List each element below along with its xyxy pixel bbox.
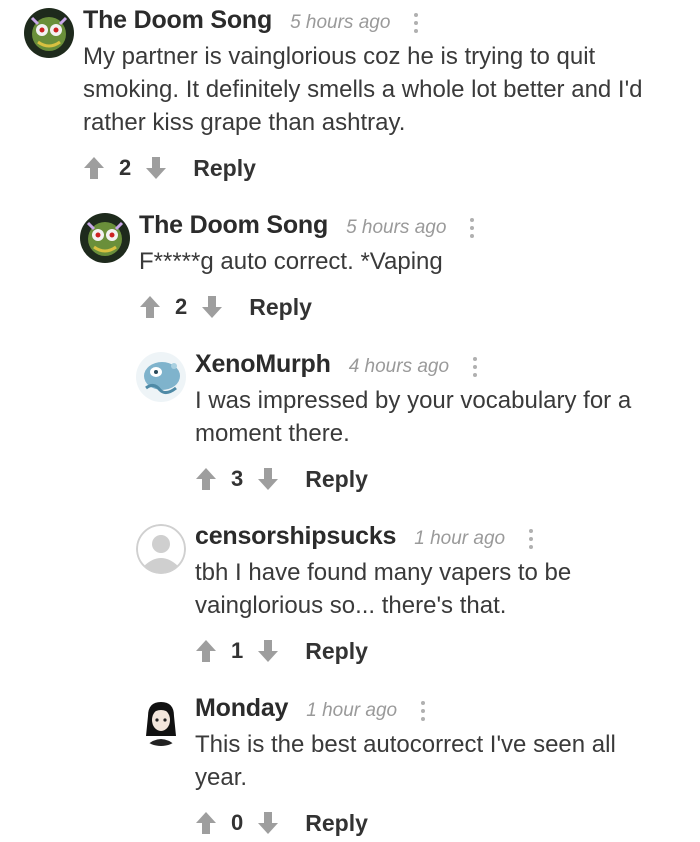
timestamp: 4 hours ago [348,356,450,377]
comment-text: My partner is vainglorious coz he is try… [83,43,643,136]
more-options-icon[interactable] [470,218,475,238]
default-avatar-icon [136,524,186,574]
comment-text: I was impressed by your vocabulary for a… [195,387,632,447]
more-options-icon[interactable] [421,701,426,721]
upvote-icon[interactable] [195,811,217,835]
author-name[interactable]: censorshipsucks [195,522,396,551]
timestamp: 5 hours ago [346,217,447,238]
more-options-icon[interactable] [414,13,419,33]
author-name[interactable]: The Doom Song [139,211,328,240]
avatar[interactable] [80,213,130,263]
downvote-icon[interactable] [145,156,167,180]
reply-button[interactable]: Reply [305,638,368,665]
doom-avatar-icon [80,213,130,263]
more-options-icon[interactable] [473,357,478,377]
vote-count: 1 [231,638,244,663]
comment-text: This is the best autocorrect I've seen a… [195,731,616,791]
comment-text: F*****g auto correct. *Vaping [139,248,443,275]
downvote-icon[interactable] [201,295,223,319]
avatar[interactable] [136,524,186,574]
timestamp: 1 hour ago [306,700,398,721]
reply-button[interactable]: Reply [305,466,368,493]
upvote-icon[interactable] [195,467,217,491]
reply-button[interactable]: Reply [305,810,368,837]
comment-text: tbh I have found many vapers to be vaing… [195,559,572,619]
upvote-icon[interactable] [195,639,217,663]
timestamp: 5 hours ago [290,12,391,33]
doom-avatar-icon [24,8,74,58]
downvote-icon[interactable] [257,811,279,835]
monday-avatar-icon [136,696,186,746]
upvote-icon[interactable] [139,295,161,319]
avatar[interactable] [136,696,186,746]
author-name[interactable]: Monday [195,694,288,723]
avatar[interactable] [24,8,74,58]
timestamp: 1 hour ago [414,528,506,549]
more-options-icon[interactable] [529,529,534,549]
vote-count: 2 [175,294,188,319]
vote-count: 2 [119,155,132,180]
avatar[interactable] [136,352,186,402]
vote-count: 0 [231,810,244,835]
downvote-icon[interactable] [257,639,279,663]
vote-count: 3 [231,466,244,491]
xeno-avatar-icon [136,352,186,402]
reply-button[interactable]: Reply [193,155,256,182]
reply-button[interactable]: Reply [249,294,312,321]
author-name[interactable]: The Doom Song [83,6,272,35]
downvote-icon[interactable] [257,467,279,491]
upvote-icon[interactable] [83,156,105,180]
author-name[interactable]: XenoMurph [195,350,331,379]
